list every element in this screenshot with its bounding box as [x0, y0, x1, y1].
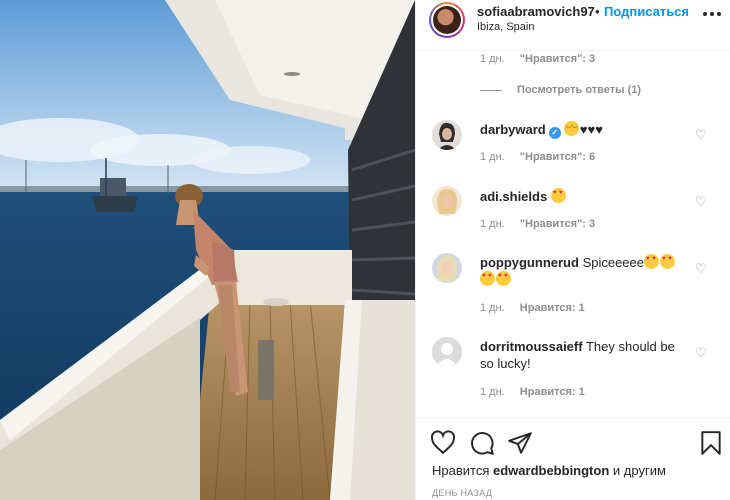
comment-time: 1 дн. — [480, 218, 505, 230]
commenter-avatar[interactable] — [432, 337, 462, 367]
liked-by-summary: Нравится edwardbebbington и другим — [432, 463, 666, 478]
header-separator-dot: • — [595, 4, 600, 19]
post-header: sofiaabramovich97 • Подписаться Ibiza, S… — [416, 0, 730, 51]
comment-meta: 1 дн. "Нравится": 3 — [480, 53, 595, 65]
commenter-username[interactable]: dorritmoussaieff — [480, 339, 583, 354]
comments-list[interactable]: 1 дн. "Нравится": 3 Посмотреть ответы (1… — [416, 51, 730, 417]
follow-button[interactable]: Подписаться — [604, 4, 689, 19]
commenter-avatar[interactable] — [432, 253, 462, 283]
heart-eyes-emoji-icon — [550, 188, 566, 203]
commenter-avatar[interactable] — [432, 186, 462, 216]
comment-time: 1 дн. — [480, 302, 505, 314]
comment-body: dorritmoussaieff They should be so lucky… — [480, 338, 685, 372]
default-avatar-icon — [432, 337, 462, 367]
comment-time: 1 дн. — [480, 151, 505, 163]
replies-divider — [480, 90, 502, 91]
author-avatar-image — [433, 6, 461, 34]
comment-meta: 1 дн. Нравится: 1 — [480, 386, 585, 398]
comment-likes-button[interactable]: "Нравится": 3 — [520, 218, 595, 230]
post-actions: Нравится edwardbebbington и другим ДЕНЬ … — [416, 417, 730, 500]
comment-meta: 1 дн. "Нравится": 3 — [480, 218, 595, 230]
comment-meta: 1 дн. "Нравится": 6 — [480, 151, 595, 163]
view-replies-button[interactable]: Посмотреть ответы (1) — [517, 84, 641, 96]
heart-small-icon[interactable]: ♡ — [695, 194, 707, 210]
comment-likes-button[interactable]: Нравится: 1 — [520, 386, 585, 398]
heart-eyes-emoji-icon — [496, 271, 511, 286]
comment-body: darbyward✓ ♥♥♥ — [480, 121, 685, 139]
comment-time: 1 дн. — [480, 53, 505, 65]
liked-by-user[interactable]: edwardbebbington — [493, 463, 609, 478]
comment-bubble-icon[interactable] — [469, 430, 495, 456]
post-date[interactable]: ДЕНЬ НАЗАД — [432, 488, 492, 498]
comment-likes-button[interactable]: "Нравится": 6 — [520, 151, 595, 163]
author-avatar-frame — [431, 4, 463, 36]
comment-text: Spiceeeee — [582, 255, 645, 270]
heart-small-icon[interactable]: ♡ — [695, 261, 707, 277]
post-location[interactable]: Ibiza, Spain — [477, 21, 534, 33]
comment-body: adi.shields — [480, 188, 685, 205]
yacht-scene-image — [0, 0, 415, 500]
verified-badge-icon: ✓ — [548, 127, 561, 139]
heart-small-icon[interactable]: ♡ — [695, 127, 707, 143]
author-username[interactable]: sofiaabramovich97 — [477, 4, 595, 19]
comment-meta: 1 дн. Нравится: 1 — [480, 302, 585, 314]
comment-text-hearts: ♥♥♥ — [579, 122, 603, 137]
comment-time: 1 дн. — [480, 386, 505, 398]
commenter-username[interactable]: adi.shields — [480, 189, 547, 204]
heart-small-icon[interactable]: ♡ — [695, 345, 707, 361]
paper-plane-icon[interactable] — [507, 430, 533, 456]
bookmark-icon[interactable] — [698, 430, 724, 456]
heart-eyes-emoji-icon — [480, 271, 495, 286]
heart-eyes-emoji-icon — [644, 254, 660, 269]
liked-by-prefix: Нравится — [432, 463, 490, 478]
laughing-emoji-icon — [563, 121, 579, 136]
post-side-panel: sofiaabramovich97 • Подписаться Ibiza, S… — [415, 0, 730, 500]
more-horizontal-icon[interactable] — [703, 6, 725, 22]
author-avatar[interactable] — [429, 2, 465, 38]
liked-by-others[interactable]: и другим — [613, 463, 666, 478]
post-photo[interactable] — [0, 0, 415, 500]
heart-eyes-emoji-icon — [660, 254, 676, 269]
comment-likes-button[interactable]: Нравится: 1 — [520, 302, 585, 314]
heart-outline-icon[interactable] — [430, 430, 456, 456]
comment-likes-button[interactable]: "Нравится": 3 — [520, 53, 595, 65]
commenter-username[interactable]: darbyward — [480, 122, 546, 137]
commenter-avatar[interactable] — [432, 120, 462, 150]
comment-body: poppygunnerud Spiceeeee — [480, 254, 685, 288]
commenter-avatar-image — [432, 186, 462, 216]
commenter-username[interactable]: poppygunnerud — [480, 255, 579, 270]
commenter-avatar-image — [432, 120, 462, 150]
commenter-avatar-image — [432, 253, 462, 283]
